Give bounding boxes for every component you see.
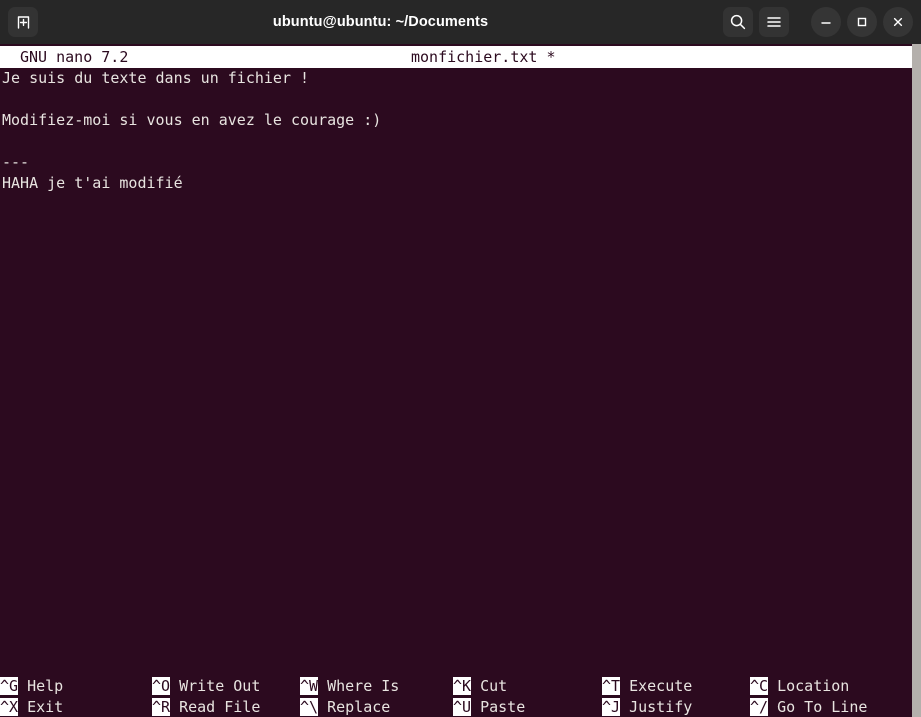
shortcut-item[interactable]: ^J Justify <box>602 697 692 717</box>
window-title: ubuntu@ubuntu: ~/Documents <box>272 14 489 30</box>
shortcut-key: ^X <box>0 698 19 716</box>
close-icon <box>893 17 903 27</box>
shortcut-key: ^G <box>0 677 19 695</box>
shortcut-label: Help <box>18 677 64 695</box>
shortcut-label: Exit <box>18 698 64 716</box>
search-icon <box>730 14 746 30</box>
shortcut-key: ^U <box>453 698 472 716</box>
terminal-scrollbar[interactable] <box>912 44 921 717</box>
shortcut-item[interactable]: ^T Execute <box>602 676 692 697</box>
shortcut-item[interactable]: ^G Help <box>0 676 63 697</box>
nano-shortcut-bar: ^G Help ^O Write Out ^W Where Is ^K Cut ^T E… <box>0 676 912 717</box>
maximize-button[interactable] <box>847 7 877 37</box>
editor-line: --- <box>2 153 30 171</box>
close-button[interactable] <box>883 7 913 37</box>
shortcut-key: ^K <box>453 677 472 695</box>
shortcut-item[interactable]: ^R Read File <box>152 697 260 717</box>
shortcut-key: ^T <box>602 677 621 695</box>
shortcut-key: ^R <box>152 698 171 716</box>
shortcut-row-2: ^X Exit ^R Read File ^\ Replace ^U Paste ^J … <box>0 697 912 717</box>
shortcut-key: ^J <box>602 698 621 716</box>
shortcut-item[interactable]: ^X Exit <box>0 697 63 717</box>
shortcut-label: Paste <box>471 698 526 716</box>
shortcut-item[interactable]: ^\ Replace <box>300 697 390 717</box>
terminal-window: ubuntu@ubuntu: ~/Documents GNU nano 7.2 … <box>0 0 921 717</box>
shortcut-item[interactable]: ^O Write Out <box>152 676 260 697</box>
shortcut-label: Write Out <box>170 677 261 695</box>
shortcut-label: Location <box>768 677 850 695</box>
shortcut-item[interactable]: ^U Paste <box>453 697 525 717</box>
titlebar-controls <box>723 7 913 37</box>
nano-header-bar: GNU nano 7.2 monfichier.txt * <box>0 46 912 68</box>
minimize-button[interactable] <box>811 7 841 37</box>
new-tab-icon <box>17 15 29 29</box>
editor-text-area[interactable]: Je suis du texte dans un fichier ! Modifi… <box>0 68 912 670</box>
titlebar: ubuntu@ubuntu: ~/Documents <box>0 0 921 44</box>
shortcut-item[interactable]: ^/ Go To Line <box>750 697 867 717</box>
shortcut-key: ^/ <box>750 698 769 716</box>
shortcut-label: Justify <box>620 698 693 716</box>
nano-filename-label: monfichier.txt * <box>411 48 556 66</box>
shortcut-key: ^W <box>300 677 319 695</box>
shortcut-label: Go To Line <box>768 698 868 716</box>
new-tab-button[interactable] <box>8 7 38 37</box>
hamburger-menu-icon <box>767 17 781 27</box>
shortcut-item[interactable]: ^K Cut <box>453 676 507 697</box>
editor-line: Je suis du texte dans un fichier ! <box>2 69 310 87</box>
maximize-icon <box>857 17 867 27</box>
nano-version-label: GNU nano 7.2 <box>20 48 129 66</box>
shortcut-key: ^C <box>750 677 769 695</box>
menu-button[interactable] <box>759 7 789 37</box>
shortcut-label: Where Is <box>318 677 400 695</box>
shortcut-label: Execute <box>620 677 693 695</box>
editor-line: Modifiez-moi si vous en avez le courage … <box>2 111 382 129</box>
shortcut-key: ^\ <box>300 698 319 716</box>
editor-line: HAHA je t'ai modifié <box>2 174 183 192</box>
shortcut-label: Read File <box>170 698 261 716</box>
shortcut-key: ^O <box>152 677 171 695</box>
minimize-icon <box>821 22 831 24</box>
search-button[interactable] <box>723 7 753 37</box>
shortcut-item[interactable]: ^W Where Is <box>300 676 399 697</box>
shortcut-label: Cut <box>471 677 508 695</box>
shortcut-label: Replace <box>318 698 391 716</box>
shortcut-item[interactable]: ^C Location <box>750 676 849 697</box>
shortcut-row-1: ^G Help ^O Write Out ^W Where Is ^K Cut ^T E… <box>0 676 912 697</box>
